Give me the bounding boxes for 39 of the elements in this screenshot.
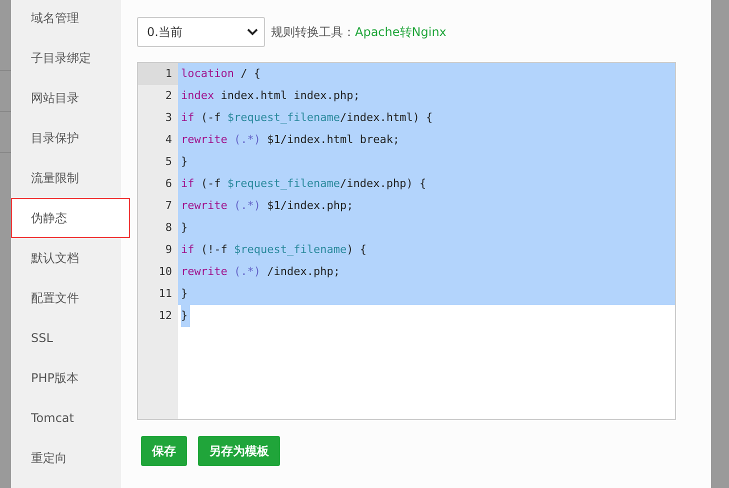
sidebar-item[interactable]: 目录保护 xyxy=(11,118,121,158)
sidebar-item[interactable]: 网站目录 xyxy=(11,78,121,118)
sidebar-item[interactable]: 配置文件 xyxy=(11,278,121,318)
sidebar-item[interactable]: SSL xyxy=(11,318,121,358)
sidebar-item[interactable]: 域名管理 xyxy=(11,0,121,38)
converter-label: 规则转换工具： xyxy=(271,24,355,40)
code-line: if (!-f $request_filename) { xyxy=(181,242,366,258)
sidebar-item[interactable]: 默认文档 xyxy=(11,238,121,278)
sidebar-item[interactable]: PHP版本 xyxy=(11,358,121,398)
line-number: 11 xyxy=(158,286,173,302)
sidebar-item[interactable]: Tomcat xyxy=(11,398,121,438)
line-number: 12 xyxy=(158,308,173,324)
line-number: 9 xyxy=(164,242,173,258)
sidebar-item[interactable]: 重定向 xyxy=(11,438,121,478)
sidebar-item[interactable]: 流量限制 xyxy=(11,158,121,198)
code-line: index index.html index.php; xyxy=(181,88,360,104)
line-number: 3 xyxy=(164,110,173,126)
line-number: 7 xyxy=(164,198,173,214)
template-select[interactable]: 0.当前 xyxy=(137,17,265,47)
code-line: if (-f $request_filename/index.html) { xyxy=(181,110,433,126)
sidebar-item[interactable]: 伪静态 xyxy=(11,198,130,238)
line-number: 6 xyxy=(164,176,173,192)
code-line: } xyxy=(181,154,188,170)
line-number: 1 xyxy=(138,63,178,85)
code-line: rewrite (.*) $1/index.php; xyxy=(181,198,354,214)
code-line: } xyxy=(181,220,188,236)
code-line: rewrite (.*) /index.php; xyxy=(181,264,340,280)
chevron-icon xyxy=(247,28,258,36)
code-line: if (-f $request_filename/index.php) { xyxy=(181,176,426,192)
code-editor[interactable] xyxy=(137,62,676,420)
code-line: } xyxy=(181,286,188,302)
line-number: 2 xyxy=(164,88,173,104)
sidebar-item[interactable]: 子目录绑定 xyxy=(11,38,121,78)
line-number: 8 xyxy=(164,220,173,236)
code-line: rewrite (.*) $1/index.html break; xyxy=(181,132,400,148)
code-line: location / { xyxy=(181,66,260,82)
line-number: 5 xyxy=(164,154,173,170)
line-number: 4 xyxy=(164,132,173,148)
line-number: 10 xyxy=(158,264,173,280)
